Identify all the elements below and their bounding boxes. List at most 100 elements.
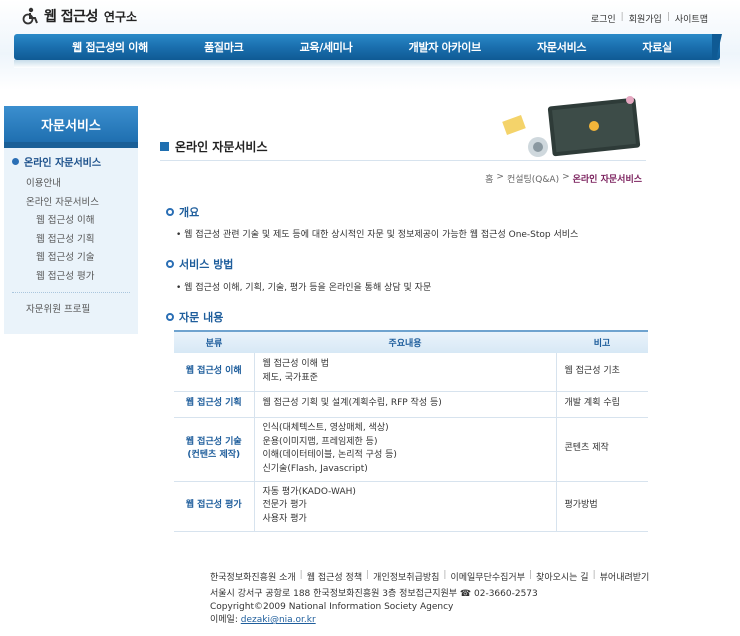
lnb-sub-item-planning[interactable]: 웹 접근성 기획 — [26, 231, 128, 250]
ring-bullet-icon — [166, 313, 174, 321]
section-method-title: 서비스 방법 — [179, 258, 234, 271]
util-separator: | — [620, 12, 624, 22]
content-line: 웹 접근성 기획 및 설계(계획수립, RFP 작성 등) — [262, 398, 442, 409]
footer-link-privacy[interactable]: 개인정보취급방침 — [373, 570, 439, 583]
footer-link-no-email-collection[interactable]: 이메일무단수집거부 — [450, 570, 525, 583]
breadcrumb-current: 온라인 자문서비스 — [572, 175, 642, 185]
lnb-item-guide[interactable]: 이용안내 — [26, 175, 128, 194]
lnb-submenu: 이용안내 온라인 자문서비스 웹 접근성 이해 웹 접근성 기획 웹 접근성 기… — [4, 175, 138, 286]
content-line: 전문가 평가 — [262, 500, 307, 511]
content-line: 사용자 평가 — [262, 513, 307, 524]
lnb-divider — [12, 292, 130, 293]
table-cell-category: 웹 접근성 기술 (컨텐츠 제작) — [174, 417, 255, 482]
footer-separator: | — [443, 570, 447, 580]
util-separator: | — [666, 12, 670, 22]
sitemap-link[interactable]: 사이트맵 — [675, 12, 708, 25]
ring-bullet-icon — [166, 260, 174, 268]
table-cell-content: 웹 접근성 이해 법 제도, 국가표준 — [254, 353, 556, 392]
content-line: 제도, 국가표준 — [262, 372, 318, 383]
footer-address: 서울시 강서구 공항로 188 한국정보화진흥원 3층 정보접근지원부 ☎ 02… — [210, 589, 538, 599]
logo-main-text: 웹 접근성 — [44, 9, 98, 25]
lnb-active-item[interactable]: 온라인 자문서비스 — [4, 148, 138, 175]
footer-links: 한국정보화진흥원 소개 | 웹 접근성 정책 | 개인정보취급방침 | 이메일무… — [210, 570, 649, 583]
content-line: 운용(이미지맵, 프레임제한 등) — [262, 436, 378, 447]
table-cell-note: 웹 접근성 기초 — [555, 353, 648, 392]
content-line: 웹 접근성 이해 법 — [262, 359, 330, 370]
gnb-item-developer-archive[interactable]: 개발자 아카이브 — [409, 39, 482, 55]
active-bullet-icon — [12, 158, 19, 165]
table-row: 웹 접근성 기획 웹 접근성 기획 및 설계(계획수립, RFP 작성 등) 개… — [174, 391, 648, 418]
left-navigation: 자문서비스 온라인 자문서비스 이용안내 온라인 자문서비스 웹 접근성 이해 … — [4, 106, 138, 334]
header-visual-illustration — [490, 92, 650, 162]
table-cell-note: 평가방법 — [555, 481, 648, 532]
method-text-body: 웹 접근성 이해, 기획, 기술, 평가 등을 온라인을 통해 상담 및 자문 — [184, 283, 432, 293]
content-line: 이해(데이터테이블, 논리적 구성 등) — [262, 450, 397, 460]
table-cell-category: 웹 접근성 이해 — [174, 353, 255, 392]
overview-text-body: 웹 접근성 관련 기술 및 제도 등에 대한 상시적인 자문 및 정보제공이 가… — [184, 230, 579, 240]
gnb-shadow — [14, 60, 720, 68]
table-header-content: 주요내용 — [254, 330, 556, 353]
content-line: 인식(대체텍스트, 영상매체, 색상) — [262, 423, 389, 433]
chevron-right-icon: > — [496, 172, 504, 182]
table-cell-category: 웹 접근성 평가 — [174, 481, 255, 532]
section-content-heading: 자문 내용 — [166, 309, 223, 325]
section-overview-title: 개요 — [179, 206, 200, 219]
category-label: 웹 접근성 기획 — [185, 398, 242, 409]
category-label: 웹 접근성 이해 — [185, 366, 242, 376]
overview-text: • 웹 접근성 관련 기술 및 제도 등에 대한 상시적인 자문 및 정보제공이… — [176, 230, 579, 240]
chevron-right-icon: > — [562, 172, 570, 182]
footer-separator: | — [529, 570, 533, 580]
lnb-sub-item-technology[interactable]: 웹 접근성 기술 — [26, 249, 128, 268]
table-cell-note: 콘텐츠 제작 — [555, 417, 648, 482]
section-overview-heading: 개요 — [166, 204, 199, 220]
category-label-sub: (컨텐츠 제작) — [187, 450, 241, 460]
gnb-item-consulting[interactable]: 자문서비스 — [537, 39, 586, 55]
ring-bullet-icon — [166, 208, 174, 216]
gnb-item-resources[interactable]: 자료실 — [642, 39, 672, 55]
breadcrumb-consulting[interactable]: 컨설팅(Q&A) — [507, 172, 559, 185]
utility-links: 로그인 | 회원가입 | 사이트맵 — [591, 12, 708, 25]
gnb-item-education[interactable]: 교육/세미나 — [300, 39, 353, 55]
table-row: 웹 접근성 기술 (컨텐츠 제작) 인식(대체텍스트, 영상매체, 색상) 운용… — [174, 417, 648, 482]
table-cell-content: 웹 접근성 기획 및 설계(계획수립, RFP 작성 등) — [254, 391, 556, 418]
footer-link-directions[interactable]: 찾아오시는 길 — [536, 570, 589, 583]
breadcrumb-home[interactable]: 홈 — [485, 172, 493, 185]
site-logo[interactable]: 웹 접근성 연구소 — [20, 6, 137, 26]
page-title: 온라인 자문서비스 — [160, 138, 268, 155]
footer-separator: | — [366, 570, 370, 580]
lnb-item-advisor-profile[interactable]: 자문위원 프로필 — [4, 299, 138, 317]
gnb-item-quality-mark[interactable]: 품질마크 — [204, 39, 244, 55]
category-label: 웹 접근성 기술 — [185, 436, 242, 447]
title-square-icon — [160, 142, 169, 151]
table-cell-note: 개발 계획 수립 — [555, 391, 648, 418]
accessibility-wheelchair-icon — [20, 7, 40, 25]
table-cell-content: 자동 평가(KADO-WAH) 전문가 평가 사용자 평가 — [254, 481, 556, 532]
footer-link-viewer-download[interactable]: 뷰어내려받기 — [600, 570, 650, 583]
table-header-row: 분류 주요내용 비고 — [174, 330, 648, 353]
lnb-title: 자문서비스 — [4, 106, 138, 142]
content-line: 자동 평가(KADO-WAH) — [262, 486, 356, 497]
gnb-item-accessibility[interactable]: 웹 접근성의 이해 — [72, 39, 148, 55]
footer-separator: | — [592, 570, 596, 580]
footer-email-label: 이메일: — [210, 615, 238, 625]
lnb-sub-item-evaluation[interactable]: 웹 접근성 평가 — [26, 268, 128, 287]
signup-link[interactable]: 회원가입 — [629, 12, 662, 25]
method-text: • 웹 접근성 이해, 기획, 기술, 평가 등을 온라인을 통해 상담 및 자… — [176, 283, 432, 293]
footer-email-link[interactable]: dezaki@nia.or.kr — [241, 615, 316, 625]
page-title-text: 온라인 자문서비스 — [175, 140, 268, 154]
footer-separator: | — [299, 570, 303, 580]
title-divider — [160, 160, 646, 161]
table-cell-category: 웹 접근성 기획 — [174, 391, 255, 418]
lnb-sub-item-understanding[interactable]: 웹 접근성 이해 — [26, 212, 128, 231]
footer-link-policy[interactable]: 웹 접근성 정책 — [307, 570, 362, 583]
table-row: 웹 접근성 평가 자동 평가(KADO-WAH) 전문가 평가 사용자 평가 평… — [174, 481, 648, 532]
footer-address-block: 서울시 강서구 공항로 188 한국정보화진흥원 3층 정보접근지원부 ☎ 02… — [210, 588, 538, 627]
login-link[interactable]: 로그인 — [591, 12, 616, 25]
category-label: 웹 접근성 평가 — [185, 500, 242, 511]
lnb-item-online-consulting[interactable]: 온라인 자문서비스 — [26, 194, 128, 213]
consulting-content-table: 분류 주요내용 비고 웹 접근성 이해 웹 접근성 이해 법 제도, 국가표준 … — [174, 330, 648, 532]
footer-link-about[interactable]: 한국정보화진흥원 소개 — [210, 570, 296, 583]
table-cell-content: 인식(대체텍스트, 영상매체, 색상) 운용(이미지맵, 프레임제한 등) 이해… — [254, 417, 556, 482]
section-content-title: 자문 내용 — [179, 311, 224, 324]
breadcrumb: 홈 > 컨설팅(Q&A) > 온라인 자문서비스 — [485, 172, 642, 185]
